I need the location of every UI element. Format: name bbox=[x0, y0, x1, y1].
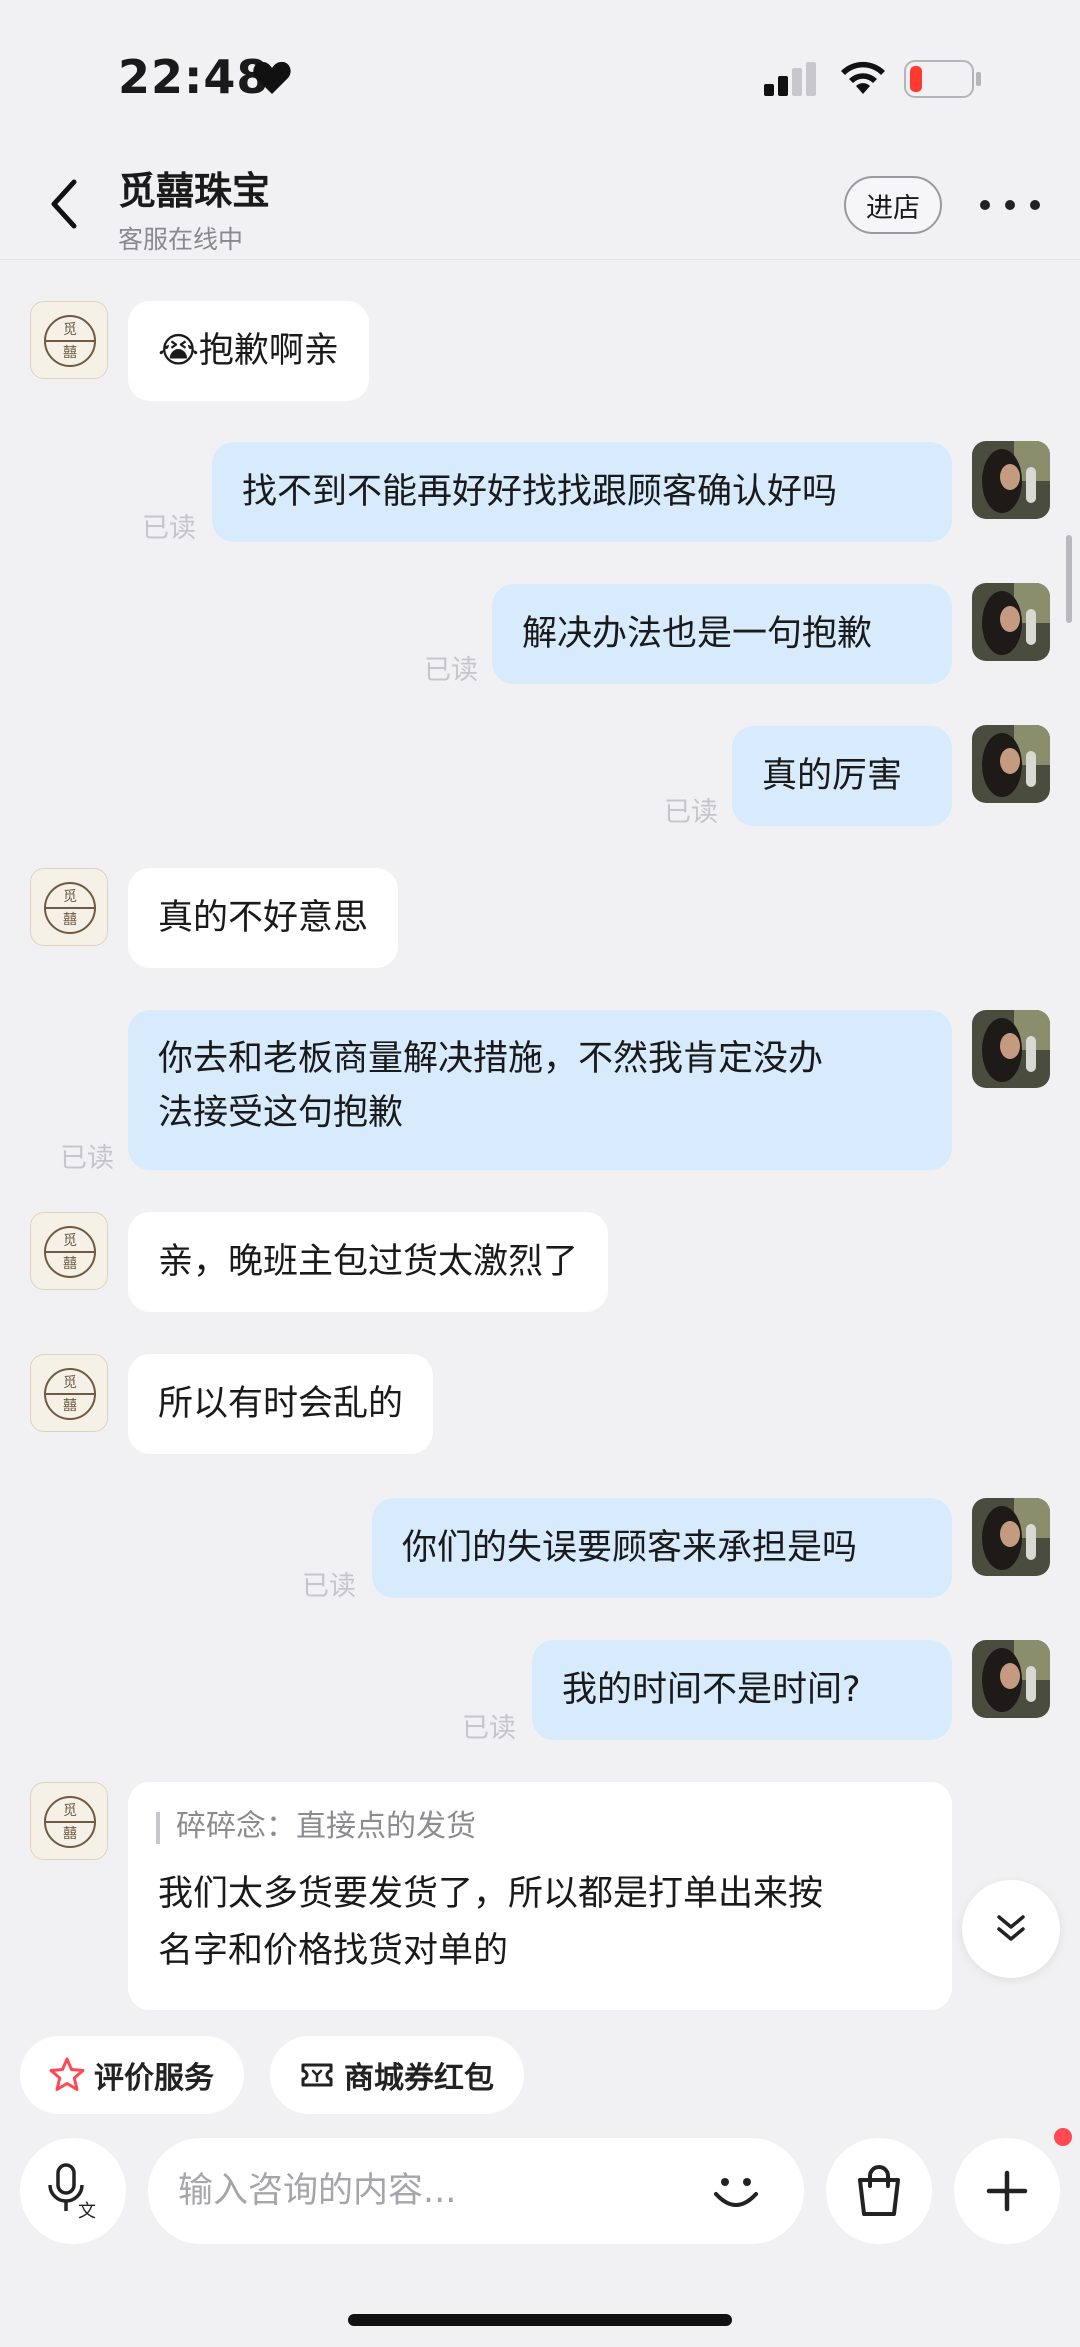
shop-logo-icon: 觅 囍 bbox=[44, 1226, 96, 1278]
message-bubble[interactable]: 😭抱歉啊亲 bbox=[128, 301, 369, 401]
service-status: 客服在线中 bbox=[118, 225, 244, 254]
svg-text:囍: 囍 bbox=[63, 912, 77, 928]
svg-text:囍: 囍 bbox=[63, 1256, 77, 1272]
user-photo-icon bbox=[972, 725, 1050, 803]
svg-text:囍: 囍 bbox=[63, 345, 77, 361]
message-input[interactable] bbox=[178, 2160, 708, 2222]
message-text-line: 你去和老板商量解决措施，不然我肯定没办 bbox=[158, 1039, 824, 1079]
coupon-icon bbox=[301, 2063, 333, 2087]
shop-logo-icon: 觅 囍 bbox=[44, 315, 96, 367]
shop-logo-icon: 觅 囍 bbox=[44, 1368, 96, 1420]
read-status: 已读 bbox=[142, 513, 196, 544]
emoji-icon[interactable] bbox=[708, 2164, 764, 2220]
read-status: 已读 bbox=[424, 655, 478, 686]
user-avatar[interactable] bbox=[972, 1010, 1050, 1088]
shop-logo-icon: 觅 囍 bbox=[44, 882, 96, 934]
read-status: 已读 bbox=[302, 1571, 356, 1602]
quote-marker bbox=[156, 1812, 160, 1844]
svg-text:觅: 觅 bbox=[63, 322, 77, 338]
message-bubble[interactable]: 真的厉害 bbox=[732, 726, 952, 826]
user-photo-icon bbox=[972, 1498, 1050, 1576]
message-bubble[interactable]: 所以有时会乱的 bbox=[128, 1354, 434, 1454]
chip-label: 评价服务 bbox=[94, 2061, 214, 2096]
shop-avatar[interactable]: 觅 囍 bbox=[30, 1782, 108, 1860]
message-text-line: 名字和价格找货对单的 bbox=[158, 1931, 509, 1971]
user-photo-icon bbox=[972, 583, 1050, 661]
user-avatar[interactable] bbox=[972, 1640, 1050, 1718]
message-text-line: 我们太多货要发货了，所以都是打单出来按 bbox=[158, 1874, 824, 1914]
shop-name[interactable]: 觅囍珠宝 bbox=[118, 160, 270, 215]
svg-text:觅: 觅 bbox=[63, 889, 77, 905]
signal-icon bbox=[764, 62, 816, 96]
message-bubble[interactable]: 你们的失误要顾客来承担是吗 bbox=[372, 1498, 952, 1598]
plus-icon bbox=[986, 2170, 1028, 2212]
home-indicator[interactable] bbox=[348, 2314, 732, 2326]
shopping-bag-button[interactable] bbox=[826, 2138, 932, 2244]
shop-avatar[interactable]: 觅 囍 bbox=[30, 1354, 108, 1432]
shop-avatar[interactable]: 觅 囍 bbox=[30, 301, 108, 379]
svg-text:囍: 囍 bbox=[63, 1826, 77, 1842]
svg-text:觅: 觅 bbox=[63, 1375, 77, 1391]
wifi-icon bbox=[841, 61, 885, 94]
read-status: 已读 bbox=[462, 1713, 516, 1744]
message-bubble[interactable]: 解决办法也是一句抱歉 bbox=[492, 584, 952, 684]
scroll-to-bottom-button[interactable] bbox=[962, 1880, 1060, 1978]
read-status: 已读 bbox=[664, 797, 718, 828]
user-photo-icon bbox=[972, 441, 1050, 519]
svg-text:觅: 觅 bbox=[63, 1233, 77, 1249]
svg-text:文: 文 bbox=[78, 2201, 96, 2221]
more-actions-button[interactable] bbox=[954, 2138, 1060, 2244]
star-icon bbox=[49, 2057, 85, 2091]
double-chevron-down-icon bbox=[997, 1915, 1025, 1941]
svg-text:觅: 觅 bbox=[63, 1803, 77, 1819]
back-arrow-icon[interactable] bbox=[40, 174, 90, 234]
quoted-text: 碎碎念：直接点的发货 bbox=[176, 1809, 476, 1844]
status-bar: 22:48 bbox=[0, 0, 1080, 150]
message-bubble[interactable]: 亲，晚班主包过货太激烈了 bbox=[128, 1212, 609, 1312]
rate-service-chip[interactable]: 评价服务 bbox=[20, 2036, 244, 2114]
shop-avatar[interactable]: 觅 囍 bbox=[30, 1212, 108, 1290]
shop-logo-icon: 觅 囍 bbox=[44, 1796, 96, 1848]
more-options-icon[interactable] bbox=[980, 192, 1040, 218]
user-avatar[interactable] bbox=[972, 1498, 1050, 1576]
user-avatar[interactable] bbox=[972, 583, 1050, 661]
user-avatar[interactable] bbox=[972, 725, 1050, 803]
message-bubble[interactable]: 你去和老板商量解决措施，不然我肯定没办 法接受这句抱歉 bbox=[128, 1010, 952, 1170]
message-bubble[interactable]: 我的时间不是时间? bbox=[532, 1640, 952, 1740]
message-input-box[interactable] bbox=[148, 2138, 804, 2244]
message-bubble[interactable]: 找不到不能再好好找找跟顾客确认好吗 bbox=[212, 442, 952, 542]
message-bubble[interactable]: 真的不好意思 bbox=[128, 868, 399, 968]
svg-text:囍: 囍 bbox=[63, 1398, 77, 1414]
shopping-bag-icon bbox=[858, 2165, 900, 2216]
chat-header: 觅囍珠宝 客服在线中 进店 bbox=[0, 150, 1080, 260]
user-photo-icon bbox=[972, 1640, 1050, 1718]
heart-icon bbox=[253, 61, 291, 94]
read-status: 已读 bbox=[60, 1143, 114, 1174]
status-time: 22:48 bbox=[118, 50, 270, 104]
user-avatar[interactable] bbox=[972, 441, 1050, 519]
notification-dot bbox=[1054, 2128, 1072, 2146]
voice-input-button[interactable]: 文 bbox=[20, 2138, 126, 2244]
coupon-chip[interactable]: 商城券红包 bbox=[270, 2036, 524, 2114]
message-bubble-quoted[interactable]: 碎碎念：直接点的发货 我们太多货要发货了，所以都是打单出来按 名字和价格找货对单… bbox=[128, 1782, 952, 2010]
shop-avatar[interactable]: 觅 囍 bbox=[30, 868, 108, 946]
chip-label: 商城券红包 bbox=[344, 2061, 494, 2096]
microphone-icon: 文 bbox=[48, 2163, 96, 2221]
enter-shop-button[interactable]: 进店 bbox=[844, 176, 942, 234]
battery-icon bbox=[904, 60, 981, 98]
message-text-line: 法接受这句抱歉 bbox=[158, 1093, 404, 1133]
scrollbar[interactable] bbox=[1066, 535, 1072, 623]
user-photo-icon bbox=[972, 1010, 1050, 1088]
